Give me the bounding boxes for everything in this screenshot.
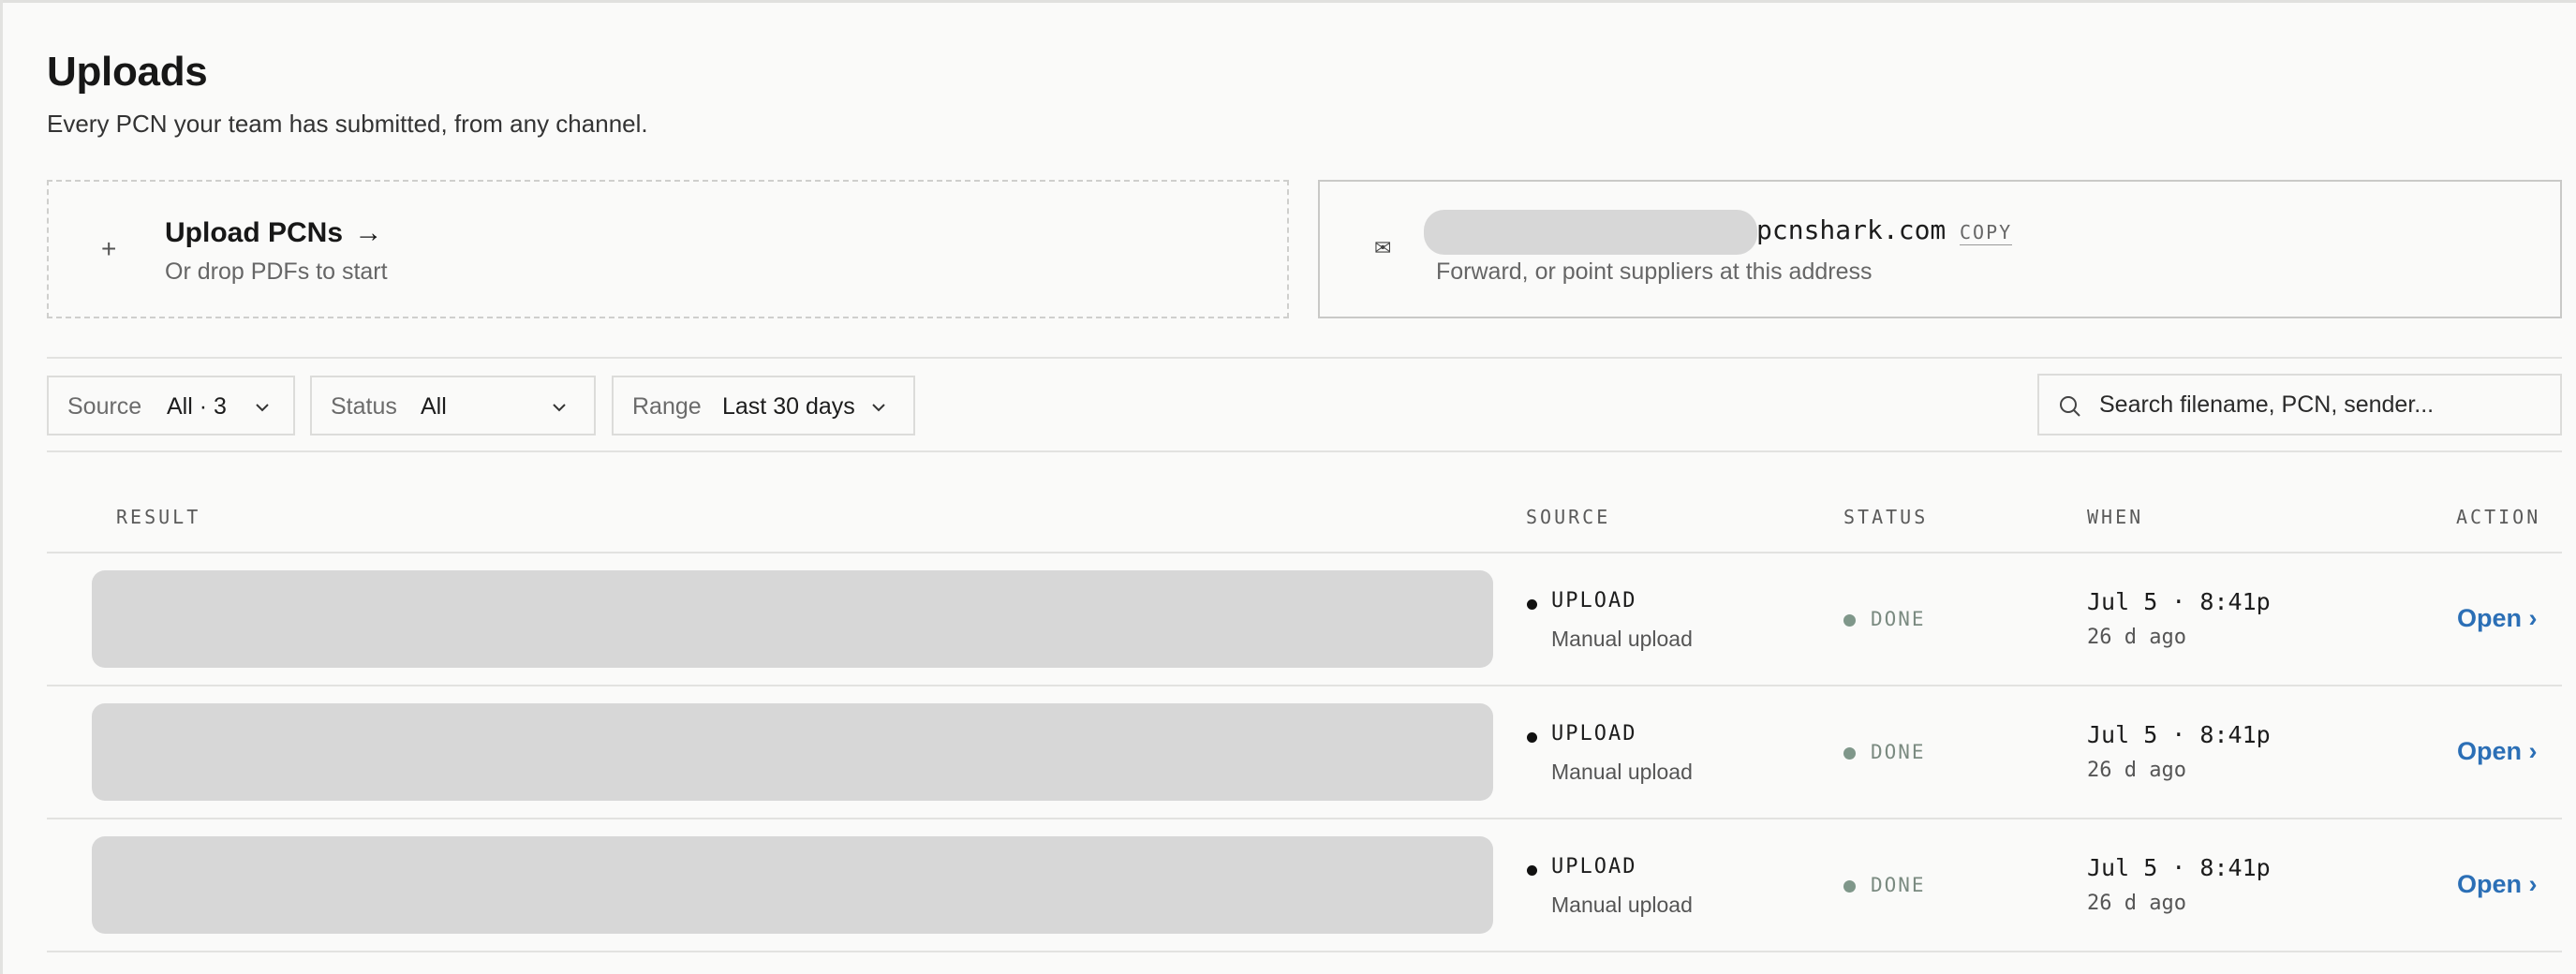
- upload-pcns-title[interactable]: Upload PCNs →: [165, 217, 382, 249]
- chevron-down-icon: [872, 404, 885, 412]
- source-dot-icon: [1527, 865, 1537, 876]
- upload-pcns-label: Upload PCNs: [165, 217, 344, 248]
- page-subtitle: Every PCN your team has submitted, from …: [47, 110, 648, 138]
- source-kind: UPLOAD: [1551, 722, 1637, 745]
- column-header-when: WHEN: [2087, 506, 2144, 528]
- range-filter[interactable]: Range Last 30 days: [612, 376, 915, 435]
- redacted-result: [92, 703, 1493, 801]
- range-filter-value: Last 30 days: [722, 393, 855, 420]
- divider: [47, 450, 2562, 452]
- email-domain: pcnshark.com: [1756, 214, 1947, 245]
- plus-icon: +: [101, 234, 117, 263]
- top-border: [0, 0, 2576, 3]
- page-title: Uploads: [47, 49, 208, 95]
- range-filter-label: Range: [632, 393, 702, 420]
- when-date: Jul 5 · 8:41p: [2087, 854, 2271, 881]
- search-input[interactable]: [2099, 385, 2549, 424]
- column-header-result: RESULT: [116, 506, 201, 528]
- left-border: [0, 0, 3, 974]
- column-header-status: STATUS: [1843, 506, 1929, 528]
- when-relative: 26 d ago: [2087, 759, 2186, 782]
- when-relative: 26 d ago: [2087, 892, 2186, 915]
- status-badge: DONE: [1871, 741, 1926, 763]
- when-relative: 26 d ago: [2087, 626, 2186, 649]
- when-date: Jul 5 · 8:41p: [2087, 721, 2271, 748]
- when-date: Jul 5 · 8:41p: [2087, 588, 2271, 615]
- redacted-result: [92, 836, 1493, 934]
- chevron-down-icon: [553, 404, 566, 412]
- source-kind: UPLOAD: [1551, 589, 1637, 612]
- source-detail: Manual upload: [1551, 760, 1693, 784]
- chevron-down-icon: [256, 404, 269, 412]
- status-filter[interactable]: Status All: [310, 376, 596, 435]
- open-link[interactable]: Open ›: [2457, 604, 2538, 633]
- status-filter-value: All: [421, 393, 447, 420]
- row-divider: [47, 951, 2562, 952]
- divider: [47, 357, 2562, 359]
- forwarding-hint: Forward, or point suppliers at this addr…: [1436, 258, 1873, 285]
- source-filter[interactable]: Source All · 3: [47, 376, 295, 435]
- arrow-right-icon: →: [354, 217, 383, 248]
- search-icon: [2060, 396, 2080, 417]
- forwarding-address-card: ✉ pcnshark.com COPY Forward, or point su…: [1318, 180, 2562, 318]
- source-detail: Manual upload: [1551, 893, 1693, 917]
- source-dot-icon: [1527, 599, 1537, 610]
- status-filter-label: Status: [331, 393, 397, 420]
- status-dot-icon: [1843, 747, 1856, 760]
- table-row[interactable]: UPLOAD Manual upload DONE Jul 5 · 8:41p …: [47, 686, 2562, 819]
- status-badge: DONE: [1871, 608, 1926, 630]
- redacted-result: [92, 570, 1493, 668]
- column-header-source: SOURCE: [1526, 506, 1611, 528]
- source-dot-icon: [1527, 732, 1537, 743]
- status-dot-icon: [1843, 880, 1856, 893]
- upload-hint: Or drop PDFs to start: [165, 258, 388, 285]
- copy-address-button[interactable]: COPY: [1960, 221, 2013, 245]
- table-row[interactable]: UPLOAD Manual upload DONE Jul 5 · 8:41p …: [47, 819, 2562, 952]
- search-box[interactable]: [2037, 374, 2562, 435]
- status-badge: DONE: [1871, 874, 1926, 896]
- upload-pcns-dropzone[interactable]: + Upload PCNs → Or drop PDFs to start: [47, 180, 1289, 318]
- open-link[interactable]: Open ›: [2457, 870, 2538, 899]
- source-kind: UPLOAD: [1551, 855, 1637, 878]
- source-detail: Manual upload: [1551, 627, 1693, 651]
- source-filter-value: All · 3: [167, 393, 227, 420]
- column-header-action: ACTION: [2456, 506, 2541, 528]
- table-row[interactable]: UPLOAD Manual upload DONE Jul 5 · 8:41p …: [47, 553, 2562, 686]
- open-link[interactable]: Open ›: [2457, 737, 2538, 766]
- envelope-icon: ✉: [1374, 236, 1392, 259]
- source-filter-label: Source: [67, 393, 142, 420]
- status-dot-icon: [1843, 614, 1856, 627]
- redacted-email-local-part: [1424, 210, 1757, 255]
